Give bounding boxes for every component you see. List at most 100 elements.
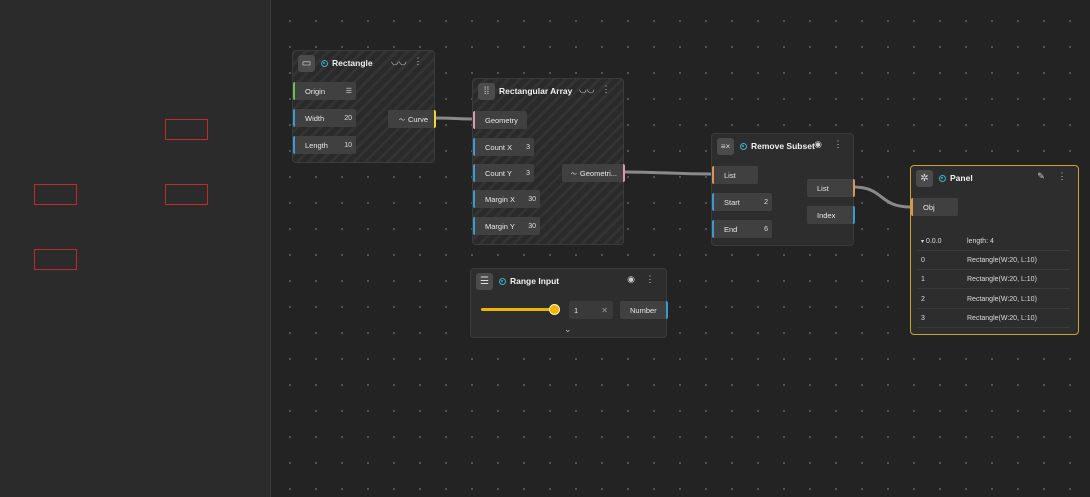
node-header[interactable]: ▭ Rectangle ◡◡ ⋮ bbox=[293, 51, 434, 75]
input-value[interactable]: 3 bbox=[526, 144, 530, 151]
input-label: Margin X bbox=[485, 194, 516, 204]
output-curve[interactable]: 〜 Curve bbox=[388, 110, 436, 128]
node-title: Panel bbox=[950, 173, 973, 183]
input-value[interactable]: 10 bbox=[344, 142, 352, 149]
input-width[interactable]: Width 20 bbox=[293, 109, 356, 127]
input-label: Obj bbox=[923, 202, 935, 212]
row-index: 3 bbox=[921, 314, 925, 322]
input-length[interactable]: Length 10 bbox=[293, 136, 356, 154]
output-number[interactable]: Number bbox=[620, 301, 668, 319]
status-icon bbox=[939, 174, 946, 182]
output-index[interactable]: Index bbox=[807, 206, 855, 224]
input-count-x[interactable]: Count X 3 bbox=[473, 138, 534, 156]
rectangle-icon: ▭ bbox=[298, 54, 315, 72]
input-label: Width bbox=[305, 113, 325, 123]
more-options-icon[interactable]: ⋮ bbox=[643, 274, 657, 285]
input-label: Margin Y bbox=[485, 221, 515, 231]
edit-pencil-icon[interactable]: ✎ bbox=[1034, 171, 1048, 182]
status-icon bbox=[499, 277, 506, 285]
input-end[interactable]: End 6 bbox=[712, 220, 772, 238]
curve-icon: 〜 bbox=[570, 171, 577, 178]
row-value: Rectangle(W:20, L:10) bbox=[967, 256, 1037, 264]
row-value: Rectangle(W:20, L:10) bbox=[967, 275, 1037, 283]
more-options-icon[interactable]: ⋮ bbox=[831, 139, 845, 150]
list-remove-icon: ≡× bbox=[717, 137, 734, 155]
input-label: Length bbox=[305, 140, 328, 150]
list-length: length: 4 bbox=[967, 237, 994, 245]
input-geometry[interactable]: Geometry bbox=[473, 111, 527, 129]
chevron-down-icon[interactable]: ⌄ bbox=[564, 324, 572, 335]
node-header[interactable]: ⁞⁞ Rectangular Array ◡◡ ⋮ bbox=[473, 79, 623, 103]
input-value[interactable]: 20 bbox=[344, 115, 352, 122]
more-options-icon[interactable]: ⋮ bbox=[411, 56, 425, 67]
node-title: Range Input bbox=[510, 276, 560, 286]
input-obj[interactable]: Obj bbox=[911, 198, 958, 216]
row-index: 1 bbox=[921, 275, 925, 283]
panel-row: 3 Rectangle(W:20, L:10) bbox=[917, 309, 1070, 328]
panel-row: 1 Rectangle(W:20, L:10) bbox=[917, 270, 1070, 289]
hidden-eye-icon[interactable]: ◡◡ bbox=[579, 84, 595, 95]
input-value[interactable]: 6 bbox=[764, 226, 768, 233]
input-list[interactable]: List bbox=[712, 166, 758, 184]
eye-icon[interactable]: ◉ bbox=[811, 139, 825, 150]
output-label: Number bbox=[630, 305, 657, 315]
output-label: Geometri... bbox=[579, 168, 617, 178]
node-header[interactable]: ≡× Remove Subset ◉ ⋮ bbox=[712, 134, 853, 158]
status-icon bbox=[740, 142, 747, 150]
input-start[interactable]: Start 2 bbox=[712, 193, 772, 211]
row-index: 2 bbox=[921, 295, 925, 303]
curve-icon: 〜 bbox=[398, 117, 405, 124]
row-index: 0 bbox=[921, 256, 925, 264]
node-header[interactable]: ✲ Panel ✎ ⋮ bbox=[911, 166, 1078, 190]
input-value[interactable]: 2 bbox=[764, 199, 768, 206]
rectangular-array-node[interactable]: ⁞⁞ Rectangular Array ◡◡ ⋮ Geometry Count… bbox=[472, 78, 625, 245]
node-title: Remove Subset bbox=[751, 141, 815, 151]
range-input-node[interactable]: ☰ Range Input ◉ ⋮ 1 ✕ Number ⌄ bbox=[470, 268, 668, 338]
input-label: List bbox=[724, 170, 736, 180]
preview-rectangle bbox=[165, 184, 208, 205]
viewport-preview[interactable] bbox=[0, 0, 271, 497]
bug-icon: ✲ bbox=[916, 169, 933, 187]
input-label: Start bbox=[724, 197, 740, 207]
output-label: Index bbox=[817, 210, 836, 220]
caret-down-icon[interactable]: ▾ bbox=[921, 239, 924, 245]
panel-header-row[interactable]: ▾ 0.0.0 length: 4 bbox=[917, 232, 1070, 251]
output-list[interactable]: List bbox=[807, 179, 855, 197]
input-label: End bbox=[724, 224, 738, 234]
output-geometries[interactable]: 〜 Geometri... bbox=[562, 164, 625, 182]
preview-rectangle bbox=[34, 184, 77, 205]
preview-rectangle bbox=[34, 249, 77, 270]
input-margin-y[interactable]: Margin Y 30 bbox=[473, 217, 540, 235]
more-options-icon[interactable]: ⋮ bbox=[1055, 171, 1069, 182]
input-margin-x[interactable]: Margin X 30 bbox=[473, 190, 540, 208]
input-value[interactable]: 30 bbox=[528, 196, 536, 203]
path-key: 0.0.0 bbox=[925, 237, 942, 245]
input-value[interactable]: 30 bbox=[528, 223, 536, 230]
panel-row: 2 Rectangle(W:20, L:10) bbox=[917, 290, 1070, 309]
status-icon bbox=[321, 59, 328, 67]
input-count-y[interactable]: Count Y 3 bbox=[473, 164, 534, 182]
input-label: Geometry bbox=[485, 115, 518, 125]
preview-rectangle bbox=[165, 119, 208, 140]
slider-knob[interactable] bbox=[549, 304, 560, 315]
node-header[interactable]: ☰ Range Input ◉ ⋮ bbox=[471, 269, 666, 293]
slider-track[interactable] bbox=[481, 308, 555, 311]
input-origin[interactable]: Origin ☰ bbox=[293, 82, 356, 100]
pin-icon[interactable]: ✕ bbox=[601, 306, 608, 315]
panel-node[interactable]: ✲ Panel ✎ ⋮ Obj ▾ 0.0.0 length: 4 0 Rect… bbox=[910, 165, 1079, 335]
input-label: Origin bbox=[305, 86, 326, 96]
more-options-icon[interactable]: ⋮ bbox=[599, 84, 613, 95]
settings-icon[interactable]: ☰ bbox=[346, 87, 352, 95]
value-input[interactable]: 1 ✕ bbox=[569, 301, 613, 319]
remove-subset-node[interactable]: ≡× Remove Subset ◉ ⋮ List Start 2 End 6 … bbox=[711, 133, 855, 246]
input-label: Count Y bbox=[485, 168, 512, 178]
rectangle-node[interactable]: ▭ Rectangle ◡◡ ⋮ Origin ☰ Width 20 Lengt… bbox=[292, 50, 436, 163]
output-label: Curve bbox=[407, 114, 428, 124]
input-value[interactable]: 3 bbox=[526, 170, 530, 177]
hidden-eye-icon[interactable]: ◡◡ bbox=[391, 56, 407, 67]
node-title: Rectangular Array bbox=[499, 86, 573, 96]
eye-icon[interactable]: ◉ bbox=[624, 274, 638, 285]
value-text: 1 bbox=[574, 305, 579, 315]
row-value: Rectangle(W:20, L:10) bbox=[967, 295, 1037, 303]
input-label: Count X bbox=[485, 142, 513, 152]
